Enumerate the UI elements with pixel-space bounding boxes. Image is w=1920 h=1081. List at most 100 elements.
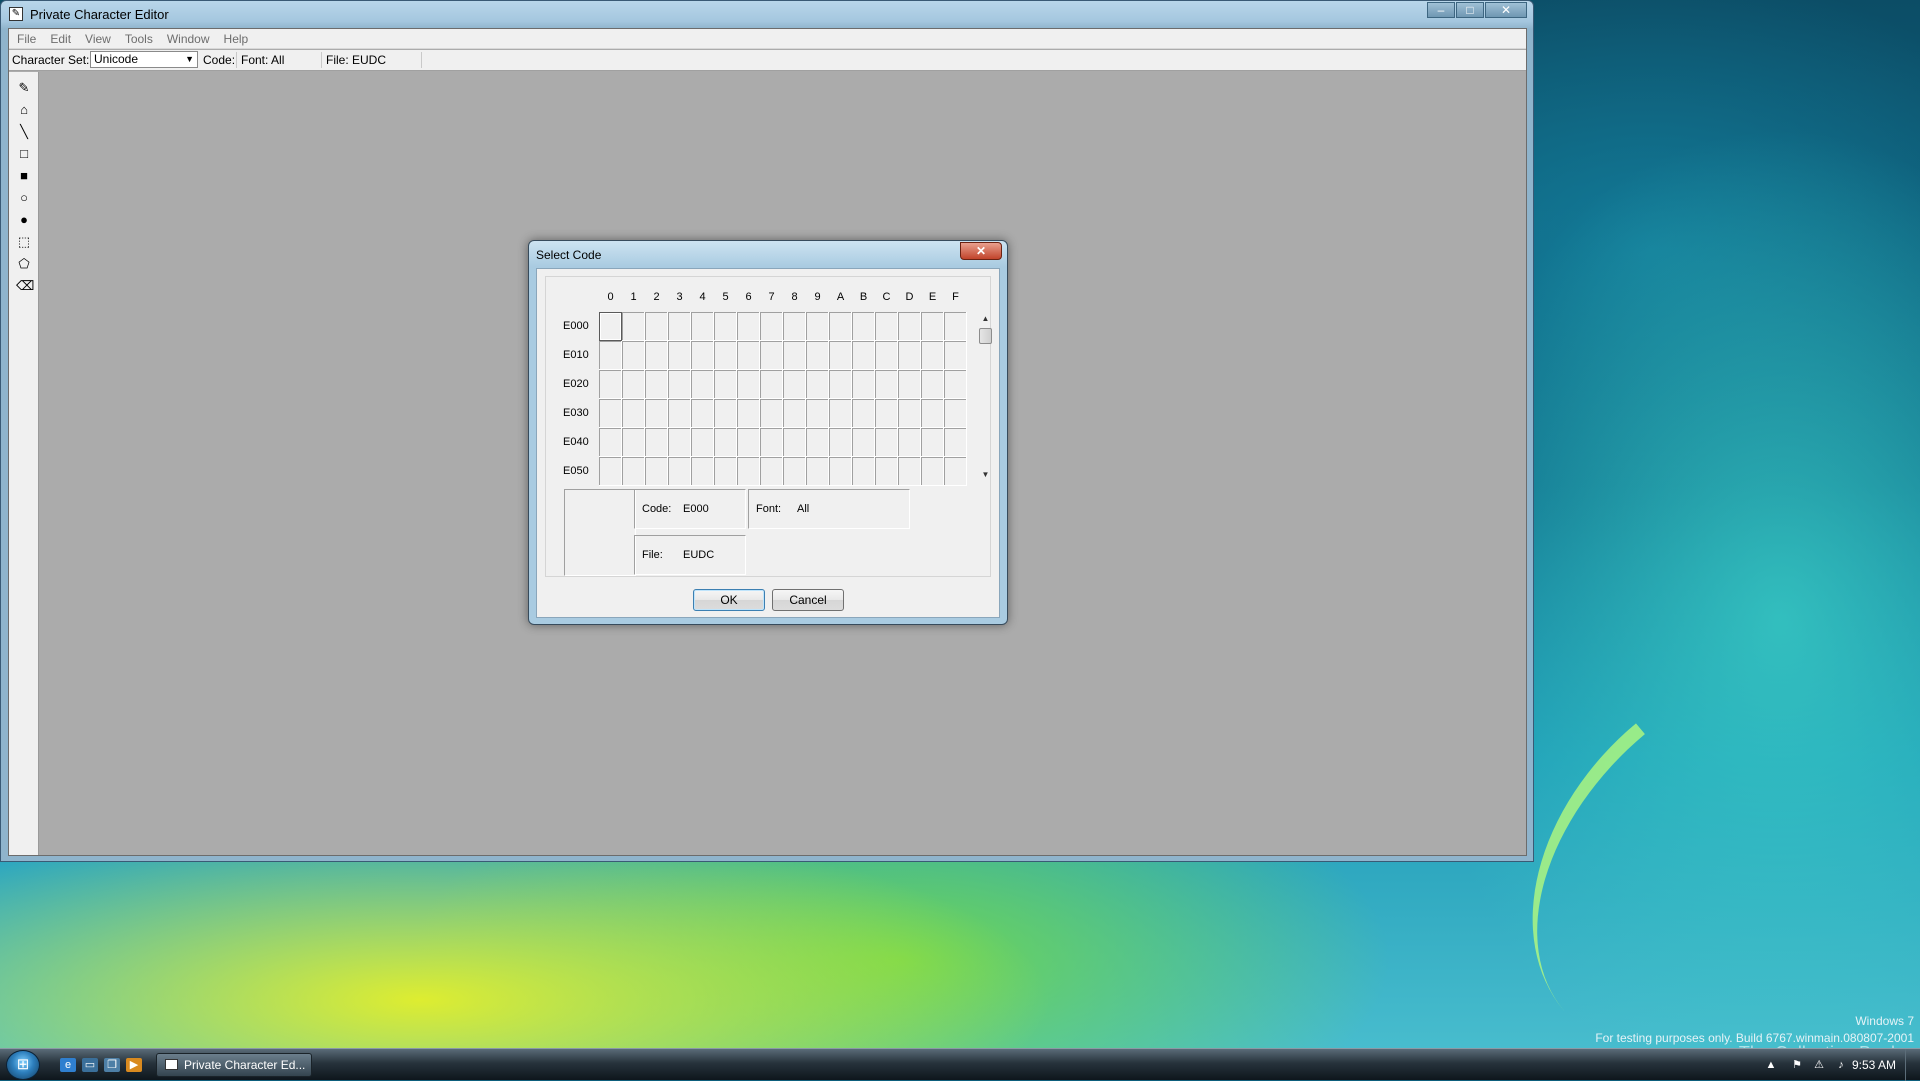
menu-tools[interactable]: Tools xyxy=(125,32,153,46)
code-cell[interactable] xyxy=(783,399,806,428)
code-cell[interactable] xyxy=(622,457,645,486)
line-icon[interactable]: ╲ xyxy=(16,124,32,140)
code-cell[interactable] xyxy=(921,370,944,399)
code-cell[interactable] xyxy=(944,312,967,341)
rectangular-selection-icon[interactable]: ⬚ xyxy=(16,234,32,250)
freeform-selection-icon[interactable]: ⬠ xyxy=(16,256,32,272)
volume-icon[interactable]: ♪ xyxy=(1834,1058,1848,1072)
code-cell[interactable] xyxy=(714,399,737,428)
code-cell[interactable] xyxy=(622,428,645,457)
code-cell[interactable] xyxy=(852,370,875,399)
tray-expand-icon[interactable]: ▲ xyxy=(1764,1058,1778,1072)
ok-button[interactable]: OK xyxy=(693,589,765,611)
brush-icon[interactable]: ⌂ xyxy=(16,102,32,118)
code-cell[interactable] xyxy=(829,341,852,370)
code-cell[interactable] xyxy=(645,399,668,428)
code-cell[interactable] xyxy=(737,312,760,341)
maximize-button[interactable]: □ xyxy=(1456,2,1484,18)
code-cell[interactable] xyxy=(783,370,806,399)
charset-select[interactable]: Unicode ▼ xyxy=(90,51,198,68)
code-cell[interactable] xyxy=(944,399,967,428)
code-cell[interactable] xyxy=(668,370,691,399)
cancel-button[interactable]: Cancel xyxy=(772,589,844,611)
code-cell[interactable] xyxy=(599,457,622,486)
code-cell[interactable] xyxy=(921,428,944,457)
menu-help[interactable]: Help xyxy=(224,32,249,46)
code-cell[interactable] xyxy=(714,370,737,399)
eraser-icon[interactable]: ⌫ xyxy=(16,278,34,294)
code-cell[interactable] xyxy=(645,428,668,457)
code-cell[interactable] xyxy=(875,457,898,486)
internet-explorer-icon[interactable]: e xyxy=(60,1058,76,1072)
code-cell[interactable] xyxy=(921,399,944,428)
code-cell[interactable] xyxy=(691,341,714,370)
code-cell[interactable] xyxy=(668,312,691,341)
code-cell[interactable] xyxy=(645,370,668,399)
code-cell[interactable] xyxy=(668,399,691,428)
pencil-icon[interactable]: ✎ xyxy=(16,80,32,96)
code-cell[interactable] xyxy=(829,457,852,486)
code-cell[interactable] xyxy=(599,428,622,457)
code-cell[interactable] xyxy=(737,341,760,370)
code-cell[interactable] xyxy=(875,370,898,399)
code-cell[interactable] xyxy=(806,399,829,428)
show-desktop-icon[interactable]: ▭ xyxy=(82,1058,98,1072)
code-cell[interactable] xyxy=(806,428,829,457)
code-cell[interactable] xyxy=(852,428,875,457)
code-cell[interactable] xyxy=(691,312,714,341)
network-icon[interactable]: ⚑ xyxy=(1790,1058,1804,1072)
code-cell[interactable] xyxy=(737,370,760,399)
code-cell[interactable] xyxy=(668,428,691,457)
code-cell[interactable] xyxy=(599,399,622,428)
code-cell[interactable] xyxy=(737,399,760,428)
code-cell[interactable] xyxy=(806,341,829,370)
code-cell[interactable] xyxy=(898,312,921,341)
code-cell[interactable] xyxy=(898,457,921,486)
code-cell[interactable] xyxy=(645,312,668,341)
code-cell[interactable] xyxy=(944,457,967,486)
switch-windows-icon[interactable]: ❐ xyxy=(104,1058,120,1072)
hollow-ellipse-icon[interactable]: ○ xyxy=(16,190,32,206)
close-button[interactable]: ✕ xyxy=(1485,2,1527,18)
scroll-up-arrow-icon[interactable]: ▲ xyxy=(977,312,994,326)
code-cell[interactable] xyxy=(714,312,737,341)
code-cell[interactable] xyxy=(898,341,921,370)
code-cell[interactable] xyxy=(829,370,852,399)
code-cell[interactable] xyxy=(852,312,875,341)
code-cell[interactable] xyxy=(829,399,852,428)
code-cell[interactable] xyxy=(944,428,967,457)
code-cell[interactable] xyxy=(852,341,875,370)
code-cell[interactable] xyxy=(760,457,783,486)
code-cell[interactable] xyxy=(783,312,806,341)
code-cell[interactable] xyxy=(737,428,760,457)
code-cell[interactable] xyxy=(668,457,691,486)
code-cell[interactable] xyxy=(645,341,668,370)
hollow-rectangle-icon[interactable]: □ xyxy=(16,146,32,162)
code-cell[interactable] xyxy=(944,341,967,370)
code-cell[interactable] xyxy=(875,399,898,428)
minimize-button[interactable]: – xyxy=(1427,2,1455,18)
dialog-close-button[interactable]: ✕ xyxy=(960,242,1002,260)
code-cell[interactable] xyxy=(783,457,806,486)
code-cell[interactable] xyxy=(691,428,714,457)
code-cell[interactable] xyxy=(806,370,829,399)
clock[interactable]: 9:53 AM xyxy=(1852,1058,1896,1072)
code-cell[interactable] xyxy=(760,370,783,399)
code-cell[interactable] xyxy=(760,428,783,457)
code-cell[interactable] xyxy=(783,341,806,370)
grid-scrollbar[interactable]: ▲ ▼ xyxy=(977,312,994,482)
code-cell[interactable] xyxy=(622,370,645,399)
code-cell[interactable] xyxy=(898,370,921,399)
menu-edit[interactable]: Edit xyxy=(50,32,71,46)
code-cell[interactable] xyxy=(599,370,622,399)
code-cell[interactable] xyxy=(829,428,852,457)
menu-window[interactable]: Window xyxy=(167,32,210,46)
code-cell[interactable] xyxy=(944,370,967,399)
filled-ellipse-icon[interactable]: ● xyxy=(16,212,32,228)
code-cell[interactable] xyxy=(875,341,898,370)
code-cell[interactable] xyxy=(622,312,645,341)
filled-rectangle-icon[interactable]: ■ xyxy=(16,168,32,184)
code-cell[interactable] xyxy=(599,312,622,341)
code-cell[interactable] xyxy=(691,370,714,399)
code-cell[interactable] xyxy=(760,341,783,370)
